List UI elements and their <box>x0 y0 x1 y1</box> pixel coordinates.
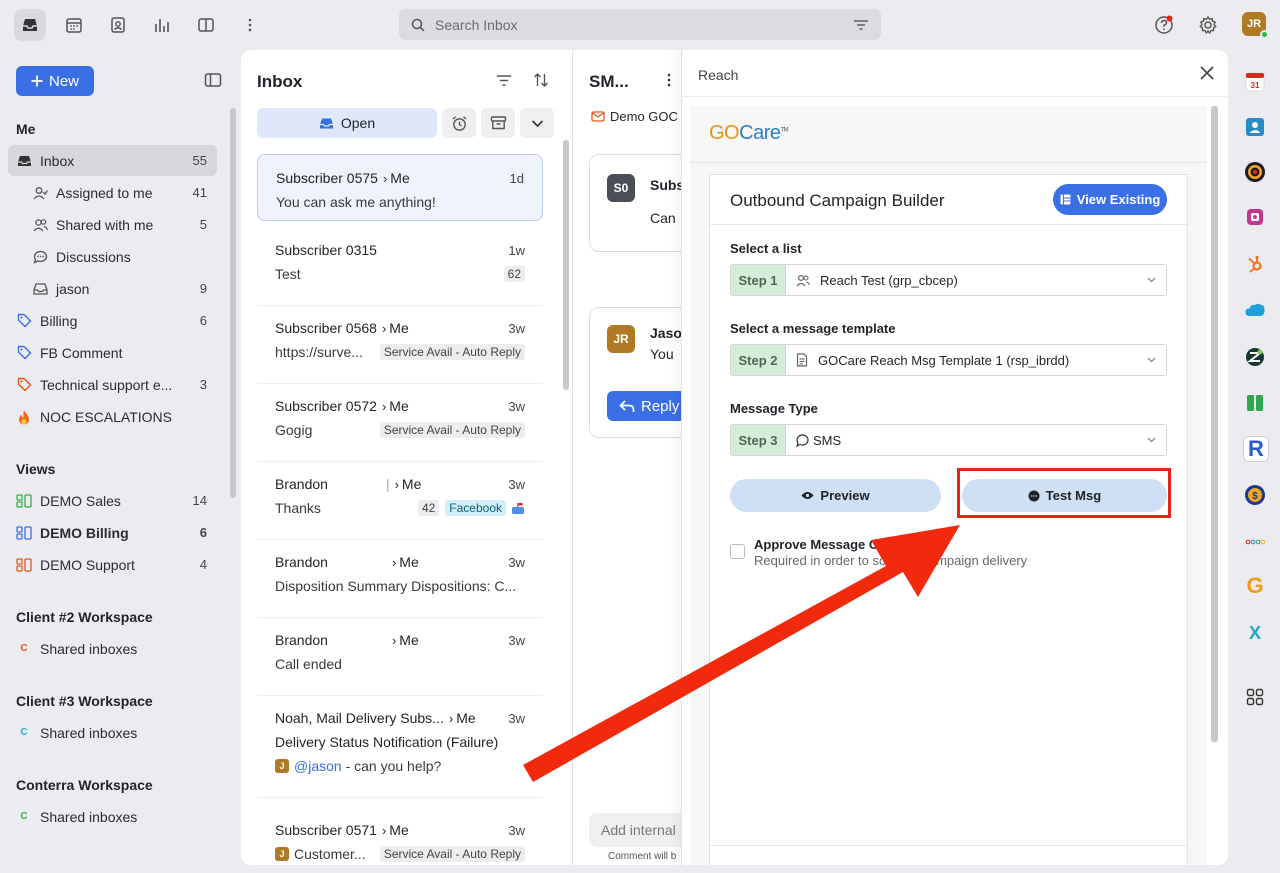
svg-text:$: $ <box>1252 491 1258 502</box>
g-app-icon[interactable]: G <box>1243 573 1267 598</box>
hubspot-icon[interactable] <box>1243 252 1267 276</box>
zendesk-icon[interactable] <box>1243 345 1267 369</box>
dollar-app-icon[interactable]: $ <box>1243 483 1267 507</box>
salesforce-icon[interactable] <box>1243 298 1267 322</box>
annotation-arrow-icon <box>523 525 960 782</box>
google-calendar-icon[interactable]: 31 <box>1243 70 1267 94</box>
svg-text:31: 31 <box>1251 81 1260 90</box>
apps-grid-icon[interactable] <box>1243 685 1267 709</box>
contact-card-icon[interactable] <box>1243 115 1267 139</box>
target-app-icon[interactable] <box>1243 160 1267 184</box>
dots-app-icon[interactable] <box>1243 530 1267 554</box>
x-app-icon[interactable]: X <box>1243 621 1267 645</box>
photo-app-icon[interactable] <box>1243 205 1267 229</box>
reach-app-icon[interactable]: R <box>1243 436 1269 462</box>
book-app-icon[interactable] <box>1243 391 1267 415</box>
